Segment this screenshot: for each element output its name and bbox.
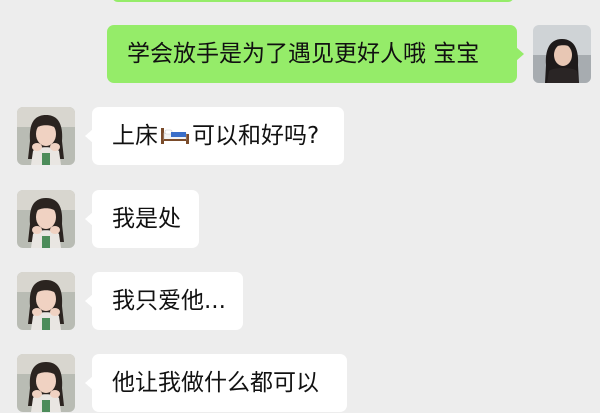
- message-text-part: 上床: [112, 123, 158, 149]
- self-avatar[interactable]: [533, 25, 591, 83]
- message-text-part: 可以和好吗?: [192, 123, 320, 149]
- previous-message-bubble-partial[interactable]: [112, 0, 514, 2]
- message-row: 他让我做什么都可以: [0, 353, 600, 413]
- message-text: 学会放手是为了遇见更好人哦 宝宝: [127, 41, 480, 67]
- contact-avatar[interactable]: [17, 272, 75, 330]
- message-bubble-outgoing[interactable]: 学会放手是为了遇见更好人哦 宝宝: [107, 25, 524, 83]
- message-row: 我是处: [0, 189, 600, 249]
- message-bubble-incoming[interactable]: 我只爱他...: [85, 272, 243, 330]
- self-avatar-image: [533, 25, 591, 83]
- bed-icon: [160, 125, 190, 145]
- message-text: 他让我做什么都可以: [112, 370, 319, 396]
- contact-avatar-image: [17, 190, 75, 248]
- message-bubble-incoming[interactable]: 他让我做什么都可以: [85, 354, 347, 412]
- contact-avatar-image: [17, 354, 75, 412]
- chat-message-list: 学会放手是为了遇见更好人哦 宝宝 上床 可以和好吗? 我是处 我只爱他... 他…: [0, 0, 600, 412]
- message-bubble-incoming[interactable]: 上床 可以和好吗?: [85, 107, 344, 165]
- contact-avatar-image: [17, 107, 75, 165]
- contact-avatar[interactable]: [17, 354, 75, 412]
- contact-avatar[interactable]: [17, 190, 75, 248]
- message-row: 学会放手是为了遇见更好人哦 宝宝: [0, 24, 600, 84]
- message-text: 我只爱他...: [112, 288, 226, 314]
- message-bubble-incoming[interactable]: 我是处: [85, 190, 199, 248]
- contact-avatar-image: [17, 272, 75, 330]
- message-row: 上床 可以和好吗?: [0, 106, 600, 166]
- contact-avatar[interactable]: [17, 107, 75, 165]
- message-row: 我只爱他...: [0, 271, 600, 331]
- message-text: 我是处: [112, 206, 181, 232]
